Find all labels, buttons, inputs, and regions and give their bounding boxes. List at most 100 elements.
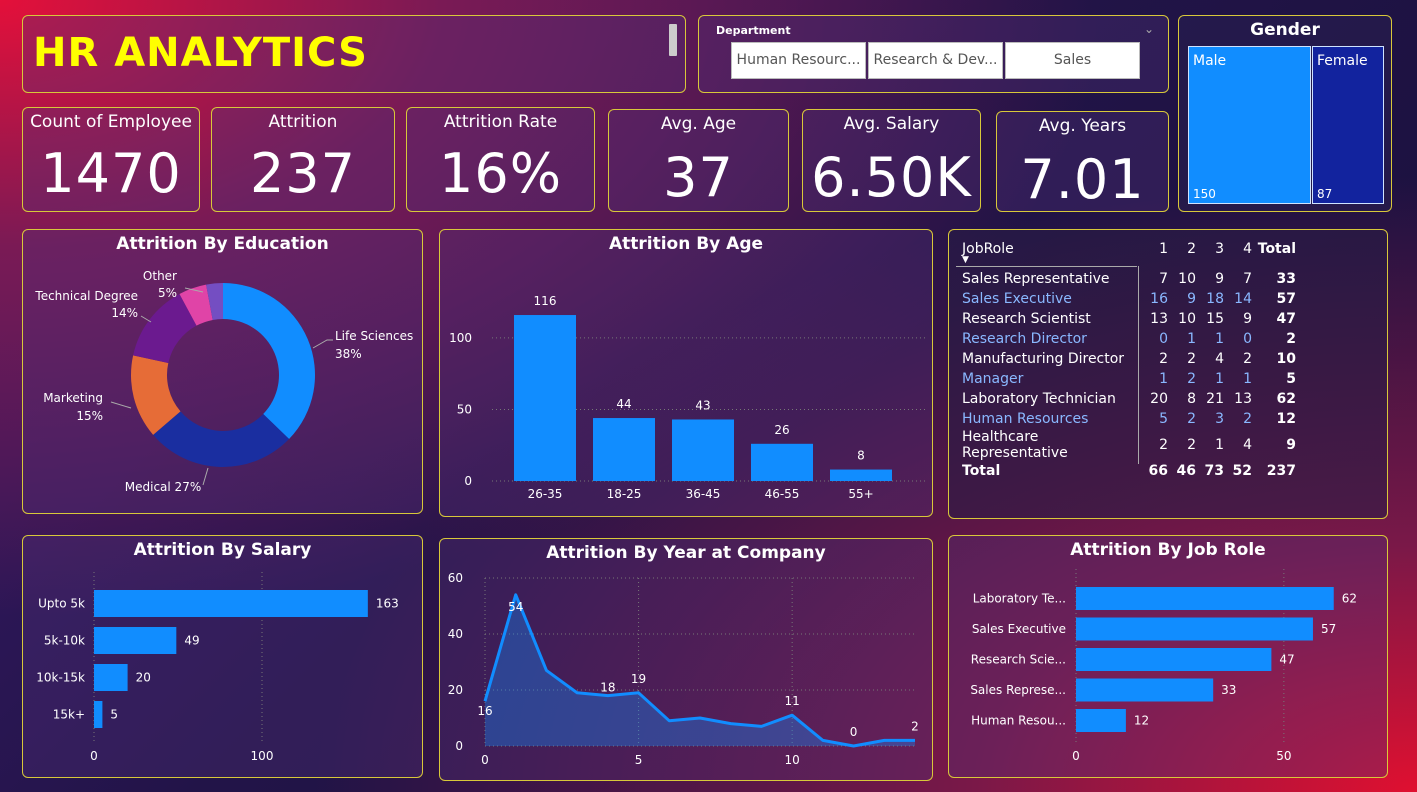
matrix-total-cell: 46 [1176,463,1196,479]
age-bar[interactable] [514,315,576,481]
chevron-down-icon[interactable]: ⌄ [1144,22,1154,36]
matrix-row[interactable]: Sales Executive 16 9 18 14 57 [962,289,1296,309]
matrix-cell: 9 [1187,291,1196,307]
bar-data-label: 8 [857,449,865,463]
matrix-row-total: 2 [1286,331,1296,347]
matrix-header-col[interactable]: 1 [1140,239,1168,259]
matrix-row-label: Sales Representative [962,271,1110,287]
matrix-row-total: 47 [1276,311,1296,327]
matrix-row-label: Healthcare Representative [962,429,1068,461]
department-option-sales[interactable]: Sales [1005,42,1140,79]
donut-slice[interactable] [153,411,290,467]
salary-chart-panel: Attrition By Salary 0 100 163 Upto 5k 49 5k-1… [22,535,423,778]
bar-data-label: 163 [376,597,399,611]
matrix-cell: 0 [1159,331,1168,347]
gender-female-tile[interactable]: Female 87 [1312,46,1384,204]
matrix-cell: 2 [1187,351,1196,367]
x-tick-label: 36-45 [686,487,721,501]
kpi-label: Avg. Years [1038,116,1127,136]
y-tick-label: 60 [448,571,463,585]
gender-male-tile[interactable]: Male 150 [1188,46,1311,204]
hbar[interactable] [1076,587,1334,610]
department-option-hr[interactable]: Human Resourc... [731,42,866,79]
bar-data-label: 33 [1221,683,1236,697]
kpi-value: 16% [438,142,563,205]
hbar[interactable] [1076,678,1214,702]
matrix-header-col[interactable]: 2 [1168,239,1196,259]
matrix-row[interactable]: Healthcare Representative 2 2 1 4 9 [962,429,1296,461]
kpi-label: Avg. Salary [843,114,940,134]
matrix-header-jobrole[interactable]: JobRole ▼ [962,239,1140,265]
area-fill [485,594,915,746]
hbar[interactable] [94,627,177,654]
scrollbar-handle[interactable] [669,24,677,56]
age-bar[interactable] [593,418,655,481]
gender-female-value: 87 [1317,187,1333,201]
matrix-row-label: Laboratory Technician [962,391,1116,407]
slice-label: Medical 27% [125,480,201,494]
matrix-cell: 0 [1243,331,1252,347]
title-panel: HR ANALYTICS [22,15,686,93]
matrix-cell: 13 [1150,311,1168,327]
hbar[interactable] [1076,648,1272,671]
hbar[interactable] [94,701,103,728]
y-tick-label: 15k+ [53,708,85,722]
donut-slice[interactable] [223,283,315,440]
matrix-row[interactable]: Sales Representative 7 10 9 7 33 [962,269,1296,289]
kpi-value: 1470 [40,142,182,205]
matrix-cell: 2 [1187,371,1196,387]
matrix-row-label: Sales Executive [962,291,1072,307]
bar-data-label: 5 [110,708,118,722]
matrix-row[interactable]: Research Scientist 13 10 15 9 47 [962,309,1296,329]
matrix-header-col[interactable]: 3 [1196,239,1224,259]
matrix-header-col[interactable]: 4 [1224,239,1252,259]
matrix-total-cell: 52 [1232,463,1252,479]
kpi-count-employee: Count of Employee 1470 [22,107,200,212]
y-tick-label: Sales Executive [972,622,1066,636]
matrix-cell: 16 [1150,291,1168,307]
kpi-label: Attrition Rate [443,112,558,132]
x-tick-label: 0 [1072,749,1080,763]
matrix-row[interactable]: Manufacturing Director 2 2 4 2 10 [962,349,1296,369]
y-tick-label: Upto 5k [38,597,85,611]
matrix-cell: 1 [1215,331,1224,347]
hbar[interactable] [94,590,368,617]
matrix-cell: 10 [1178,311,1196,327]
age-bar[interactable] [830,469,892,481]
hbar[interactable] [1076,709,1126,732]
matrix-row[interactable]: Manager 1 2 1 1 5 [962,369,1296,389]
kpi-label: Count of Employee [30,112,192,132]
y-tick-label: Research Scie... [971,653,1066,667]
matrix-header-total[interactable]: Total [1252,239,1296,259]
bar-data-label: 43 [695,398,710,412]
matrix-cell: 2 [1243,351,1252,367]
x-tick-label: 55+ [848,487,873,501]
slice-label: Marketing [43,391,103,405]
matrix-row-label: Human Resources [962,411,1089,427]
kpi-attrition: Attrition 237 [211,107,395,212]
hbar[interactable] [94,664,128,691]
matrix-total-row: Total 66 46 73 52 237 [962,461,1296,481]
department-option-rd[interactable]: Research & Dev... [868,42,1003,79]
jobrole-matrix-panel: JobRole ▼ 1 2 3 4 Total Sales Representat… [948,229,1388,519]
hbar[interactable] [1076,617,1313,641]
x-tick-label: 26-35 [528,487,563,501]
years-chart-panel: Attrition By Year at Company 0 20 40 60 0 5 10… [439,538,933,781]
matrix-row-total: 57 [1276,291,1296,307]
gender-male-value: 150 [1193,187,1216,201]
age-bar[interactable] [751,443,813,481]
matrix-cell: 4 [1215,351,1224,367]
kpi-value: 37 [663,146,734,209]
matrix-row[interactable]: Research Director 0 1 1 0 2 [962,329,1296,349]
age-bar[interactable] [672,419,734,481]
sort-down-icon[interactable]: ▼ [962,255,969,265]
matrix-row[interactable]: Laboratory Technician 20 8 21 13 62 [962,389,1296,409]
bar-data-label: 49 [184,634,199,648]
matrix-row-total: 9 [1286,437,1296,453]
matrix-row-total: 33 [1276,271,1296,287]
matrix-row[interactable]: Human Resources 5 2 3 2 12 [962,409,1296,429]
gender-panel: Gender Male 150 Female 87 [1178,15,1392,212]
x-tick-label: 50 [1276,749,1291,763]
point-data-label: 0 [850,725,858,739]
matrix-cell: 2 [1243,411,1252,427]
